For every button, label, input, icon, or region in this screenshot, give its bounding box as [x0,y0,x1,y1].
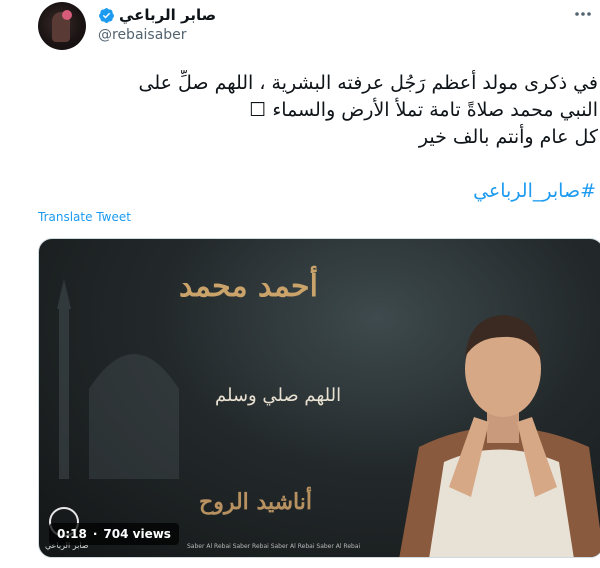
album-title: أناشيد الروح [199,489,312,515]
mosque-silhouette-icon [57,279,179,479]
video-info-badge: 0:18 · 704 views [49,523,179,545]
verified-badge-icon [99,7,114,23]
author-name[interactable]: صابر الرباعي [98,6,216,24]
more-options-icon[interactable] [572,4,594,24]
video-elapsed-time: 0:18 [57,527,87,541]
author-handle[interactable]: @rebaisaber [98,27,187,43]
video-view-count: 704 views [103,527,171,541]
translate-tweet-link[interactable]: Translate Tweet [38,210,131,224]
video-player[interactable]: أحمد محمد اللهم صلي وسلم أناشيد الروح صا… [38,238,600,558]
avatar[interactable] [38,2,86,50]
avatar-light [62,10,72,20]
author-name-text: صابر الرباعي [119,6,217,24]
hashtag-link[interactable]: #صابر_الرباعي [473,180,596,202]
tweet-line: كل عام وأنتم بالف خير [418,126,598,148]
singer-image [399,315,600,557]
tweet-line: النبي محمد صلاةً تامة تملأ الأرض والسماء… [249,99,598,121]
tweet-line: في ذكرى مولد أعظم رَجُل عرفته البشرية ، … [138,72,599,94]
dot-separator: · [92,527,98,541]
tweet-text: في ذكرى مولد أعظم رَجُل عرفته البشرية ، … [38,70,599,151]
video-subtitle: اللهم صلي وسلم [215,385,342,406]
social-handles-strip: Saber Al Rebai Saber Rebai Saber Al Reba… [187,543,361,550]
video-title-calligraphy: أحمد محمد [179,269,318,304]
